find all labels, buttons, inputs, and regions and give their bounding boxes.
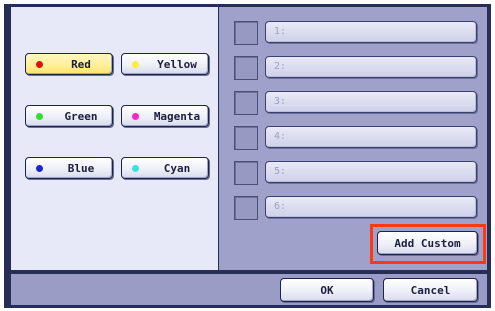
color-dot-icon [132,165,139,172]
slot-label: 1: [274,26,287,37]
color-dot-icon [36,113,43,120]
cancel-label: Cancel [410,283,451,297]
custom-color-swatch-5[interactable] [234,161,258,185]
ok-button[interactable]: OK [280,278,374,302]
custom-color-swatch-4[interactable] [234,126,258,150]
slot-label: 4: [274,131,287,142]
cancel-button[interactable]: Cancel [383,278,478,302]
preset-color-area [11,7,218,270]
custom-color-swatch-6[interactable] [234,196,258,220]
color-dot-icon [36,61,43,68]
color-button-label: Magenta [153,109,201,123]
slot-label: 2: [274,61,287,72]
color-button-label: Green [64,109,98,123]
color-button-blue[interactable]: Blue [25,157,113,179]
custom-color-slot-4[interactable]: 4: [265,126,477,148]
color-button-label: Blue [67,161,95,175]
custom-color-slot-6[interactable]: 6: [265,196,477,218]
slot-label: 6: [274,201,287,212]
color-dot-icon [132,113,139,120]
color-button-cyan[interactable]: Cyan [121,157,209,179]
custom-color-swatch-2[interactable] [234,56,258,80]
custom-color-swatch-3[interactable] [234,91,258,115]
color-button-yellow[interactable]: Yellow [121,53,209,75]
dialog-left-edge [4,7,11,305]
color-button-label: Red [71,57,91,71]
color-dot-icon [132,61,139,68]
custom-color-slot-2[interactable]: 2: [265,56,477,78]
highlight-frame [370,224,486,264]
slot-label: 5: [274,166,287,177]
color-button-magenta[interactable]: Magenta [121,105,209,127]
color-button-red[interactable]: Red [25,53,113,75]
color-button-label: Yellow [157,57,197,71]
custom-color-slot-5[interactable]: 5: [265,161,477,183]
color-button-green[interactable]: Green [25,105,113,127]
ok-label: OK [320,283,334,297]
slot-label: 3: [274,96,287,107]
custom-color-slot-1[interactable]: 1: [265,21,477,43]
color-dot-icon [36,165,43,172]
custom-color-slot-3[interactable]: 3: [265,91,477,113]
color-button-label: Cyan [163,161,191,175]
custom-color-swatch-1[interactable] [234,21,258,45]
